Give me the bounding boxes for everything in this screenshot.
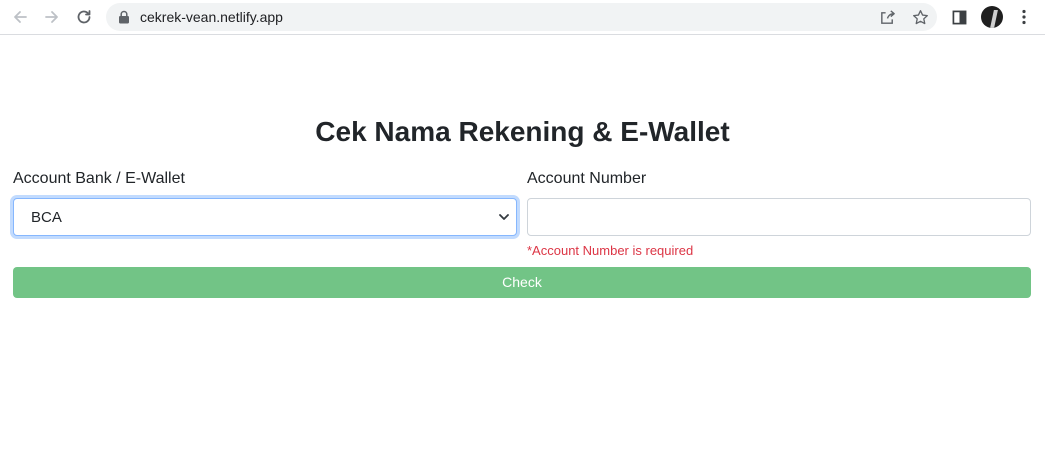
avatar[interactable] <box>981 6 1003 28</box>
address-bar[interactable]: cekrek-vean.netlify.app <box>106 3 937 31</box>
chevron-down-icon <box>499 214 509 220</box>
bank-select[interactable]: BCA <box>13 198 517 236</box>
share-icon[interactable] <box>878 8 896 26</box>
page-title: Cek Nama Rekening & E-Wallet <box>315 116 730 147</box>
star-icon[interactable] <box>911 8 929 26</box>
account-number-input[interactable] <box>527 198 1031 236</box>
account-number-error: *Account Number is required <box>527 243 694 258</box>
account-number-label: Account Number <box>527 170 647 187</box>
reload-icon[interactable] <box>72 5 96 29</box>
side-panel-icon[interactable] <box>947 5 971 29</box>
lock-icon[interactable] <box>118 10 130 24</box>
url-text[interactable]: cekrek-vean.netlify.app <box>140 9 283 25</box>
bank-select-value: BCA <box>31 209 62 226</box>
check-button[interactable]: Check <box>13 267 1031 298</box>
browser-toolbar: cekrek-vean.netlify.app <box>0 0 1045 35</box>
bank-label: Account Bank / E-Wallet <box>13 170 185 187</box>
more-icon[interactable] <box>1012 5 1036 29</box>
back-arrow-icon[interactable] <box>8 5 32 29</box>
forward-arrow-icon[interactable] <box>40 5 64 29</box>
